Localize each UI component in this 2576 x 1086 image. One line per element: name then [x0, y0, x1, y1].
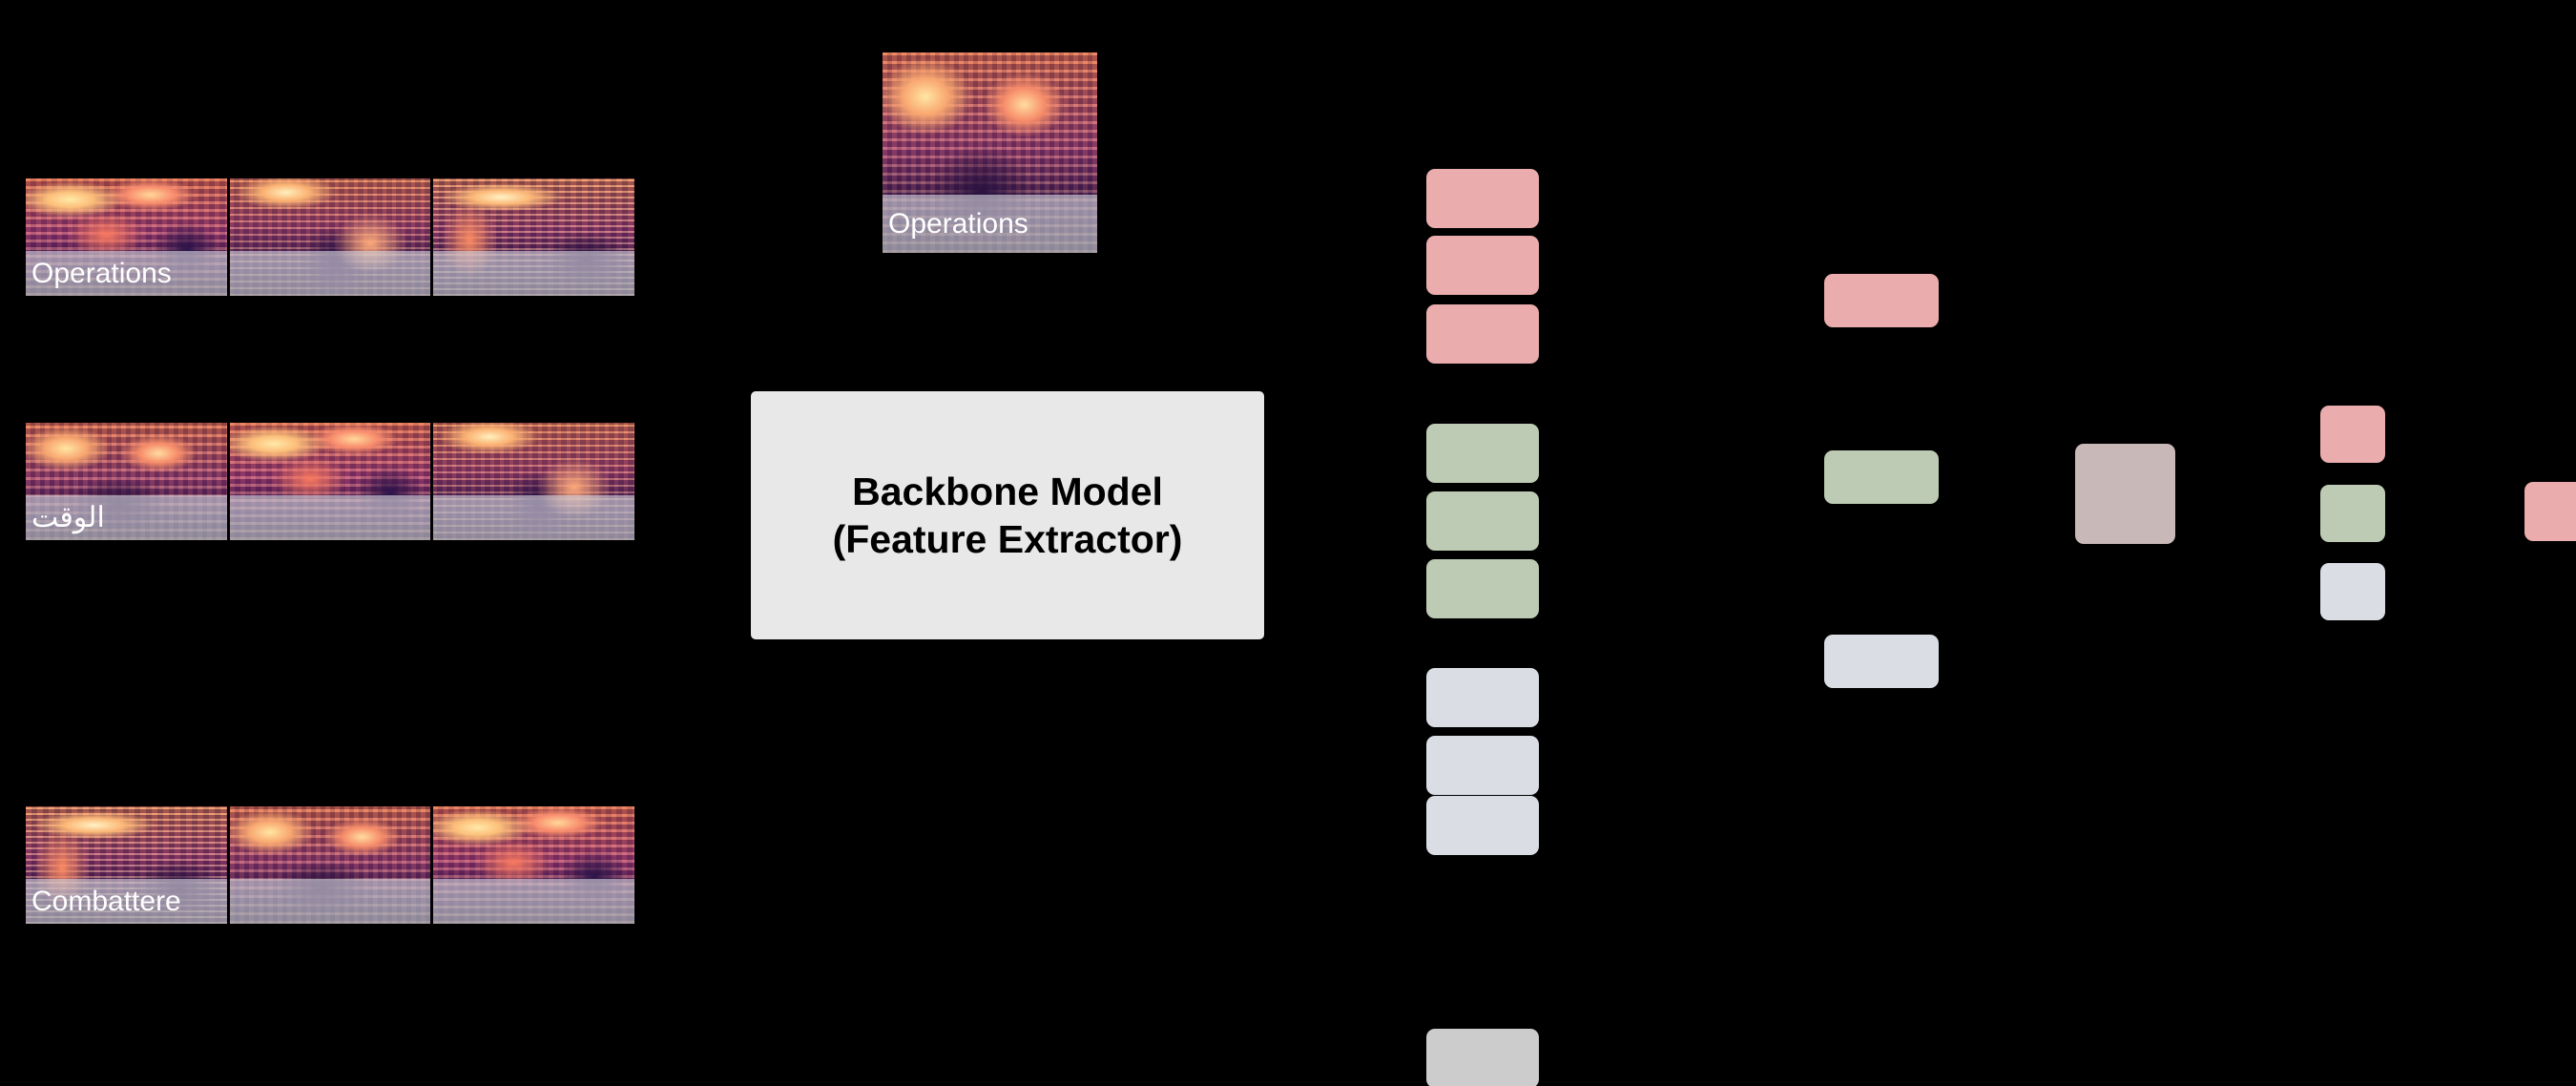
spectrogram-label-strip	[229, 251, 431, 296]
spectrogram-label-strip: Combattere	[26, 879, 227, 924]
feature-block-embedding-stack-9	[1426, 1029, 1539, 1086]
spectrogram-panel	[433, 178, 634, 296]
feature-block-pooled-stack-1	[1824, 450, 1939, 504]
backbone-model-box: Backbone Model (Feature Extractor)	[751, 391, 1264, 639]
spectrogram-panel	[433, 806, 634, 924]
feature-block-embedding-stack-1	[1426, 236, 1539, 295]
feature-block-embedding-stack-5	[1426, 559, 1539, 618]
spectrogram-panel	[229, 178, 431, 296]
feature-block-embedding-stack-8	[1426, 796, 1539, 855]
sample-spectrogram: Operations	[883, 52, 1097, 253]
feature-block-embedding-stack-6	[1426, 668, 1539, 727]
spectrogram-label: Combattere	[31, 885, 181, 917]
diagram-canvas: Operations الوقت Combattere Operations Bac…	[0, 0, 2576, 1086]
spectrogram-label-strip: الوقت	[26, 495, 227, 540]
spectrogram-panel	[433, 423, 634, 540]
spectrogram-label-strip	[229, 495, 431, 540]
spectrogram-label: Operations	[888, 207, 1028, 240]
spectrogram-label-strip: Operations	[26, 251, 227, 296]
spectrogram-group: Operations	[26, 178, 634, 296]
feature-block-output-block-0	[2524, 482, 2576, 541]
spectrogram-label: Operations	[31, 257, 172, 289]
spectrogram-panel: Combattere	[26, 806, 227, 924]
spectrogram-panel: Operations	[26, 178, 227, 296]
spectrogram-label-strip	[433, 879, 634, 924]
feature-block-projected-heads-2	[2320, 563, 2385, 620]
feature-block-embedding-stack-3	[1426, 424, 1539, 483]
backbone-title-line2: (Feature Extractor)	[832, 517, 1183, 561]
feature-block-embedding-stack-2	[1426, 304, 1539, 364]
spectrogram-group: الوقت	[26, 423, 634, 540]
spectrogram-label-strip: Operations	[883, 195, 1097, 253]
spectrogram-label: الوقت	[31, 501, 105, 533]
feature-block-embedding-stack-4	[1426, 491, 1539, 551]
spectrogram-label-strip	[433, 495, 634, 540]
feature-block-pooled-stack-2	[1824, 635, 1939, 688]
feature-block-embedding-stack-0	[1426, 169, 1539, 228]
spectrogram-group: Combattere	[26, 806, 634, 924]
spectrogram-panel: الوقت	[26, 423, 227, 540]
feature-block-projected-heads-0	[2320, 406, 2385, 463]
spectrogram-panel	[229, 423, 431, 540]
spectrogram-label-strip	[229, 879, 431, 924]
feature-block-projected-heads-1	[2320, 485, 2385, 542]
feature-block-pooled-stack-0	[1824, 274, 1939, 327]
feature-block-embedding-stack-7	[1426, 736, 1539, 795]
backbone-title-line1: Backbone Model	[852, 469, 1163, 513]
spectrogram-panel	[229, 806, 431, 924]
feature-block-fused-representation-0	[2075, 444, 2175, 544]
spectrogram-label-strip	[433, 251, 634, 296]
